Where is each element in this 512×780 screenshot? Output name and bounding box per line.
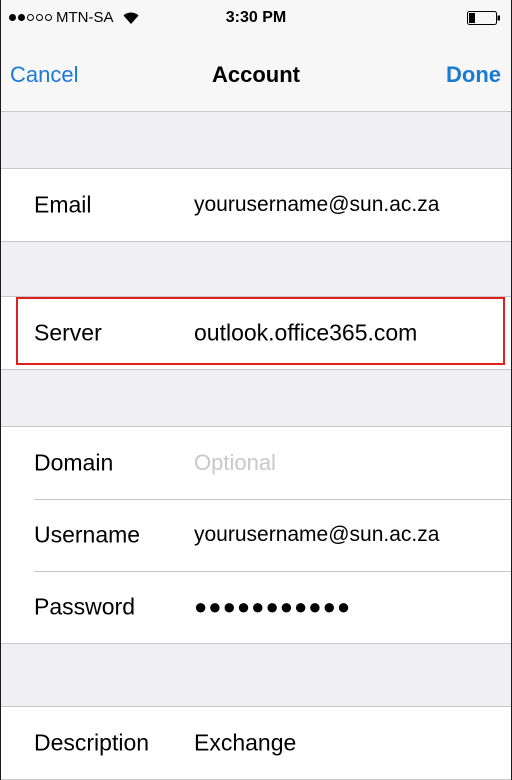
description-group: Description Exchange <box>1 706 511 780</box>
server-label: Server <box>34 319 102 346</box>
server-field[interactable]: outlook.office365.com <box>194 320 417 347</box>
username-label: Username <box>34 521 141 548</box>
status-time: 3:30 PM <box>225 9 287 26</box>
domain-row[interactable]: Domain Optional <box>1 427 511 499</box>
email-label: Email <box>34 191 92 218</box>
password-label: Password <box>34 593 135 620</box>
password-row[interactable]: Password ●●●●●●●●●●● <box>1 571 511 643</box>
username-row[interactable]: Username yourusername@sun.ac.za <box>1 499 511 571</box>
email-field[interactable]: yourusername@sun.ac.za <box>194 193 439 217</box>
email-group: Email yourusername@sun.ac.za <box>1 168 511 242</box>
battery-icon <box>467 11 500 25</box>
navigation-bar: Cancel Account Done <box>1 38 511 112</box>
page-title: Account <box>212 62 300 87</box>
domain-field[interactable]: Optional <box>194 450 276 476</box>
description-field[interactable]: Exchange <box>194 730 296 757</box>
domain-label: Domain <box>34 449 114 476</box>
done-button[interactable]: Done <box>446 62 501 88</box>
credentials-group: Domain Optional Username yourusername@su… <box>1 426 511 644</box>
username-field[interactable]: yourusername@sun.ac.za <box>194 523 439 547</box>
description-label: Description <box>34 729 150 756</box>
status-bar: MTN-SA 3:30 PM <box>1 0 511 38</box>
password-field[interactable]: ●●●●●●●●●●● <box>194 594 351 620</box>
email-row[interactable]: Email yourusername@sun.ac.za <box>1 169 511 241</box>
description-row[interactable]: Description Exchange <box>1 707 511 779</box>
server-group: Server outlook.office365.com <box>1 296 511 370</box>
account-settings-screen: MTN-SA 3:30 PM Cancel Account Done Email… <box>0 0 512 780</box>
server-row[interactable]: Server outlook.office365.com <box>1 297 511 369</box>
